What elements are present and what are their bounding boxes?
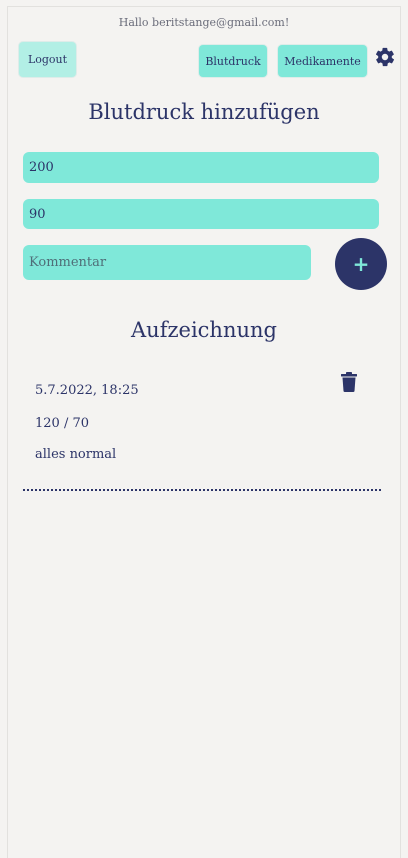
greeting-text: Hallo beritstange@gmail.com! <box>118 16 290 29</box>
record-divider <box>23 489 381 491</box>
app-frame <box>7 6 401 858</box>
comment-input[interactable] <box>23 245 311 280</box>
record-values: 120 / 70 <box>35 416 89 431</box>
record-comment: alles normal <box>35 447 117 462</box>
form-title: Blutdruck hinzufügen <box>88 100 320 124</box>
nav-medikamente-button[interactable]: Medikamente <box>278 45 367 77</box>
systolic-input[interactable] <box>23 152 379 183</box>
trash-icon[interactable] <box>341 372 357 392</box>
logout-button[interactable]: Logout <box>19 42 76 77</box>
record-datetime: 5.7.2022, 18:25 <box>35 383 139 398</box>
nav-blutdruck-button[interactable]: Blutdruck <box>199 45 267 77</box>
add-button[interactable]: + <box>335 238 387 290</box>
diastolic-input[interactable] <box>23 199 379 229</box>
records-title: Aufzeichnung <box>131 318 277 342</box>
gear-icon[interactable] <box>374 46 396 68</box>
